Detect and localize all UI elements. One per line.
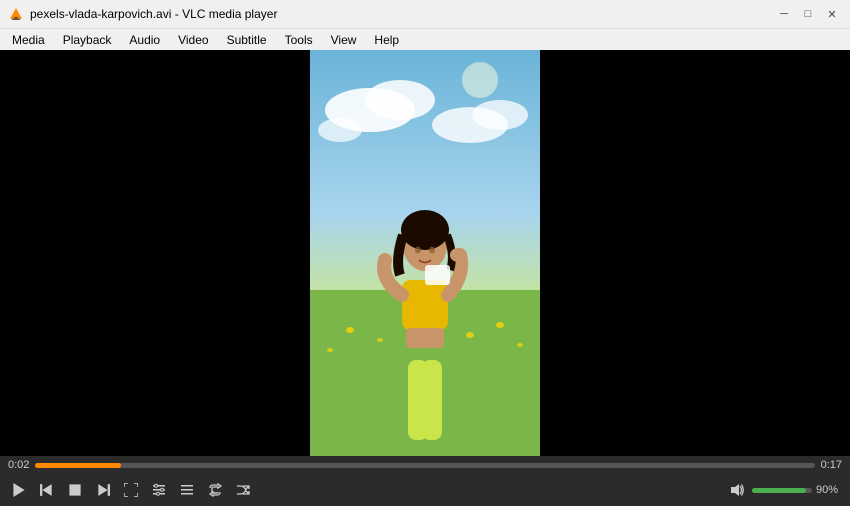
black-right (540, 50, 850, 456)
prev-button[interactable] (34, 477, 60, 503)
volume-icon (729, 482, 745, 498)
loop-icon (208, 483, 222, 497)
menu-bar: Media Playback Audio Video Subtitle Tool… (0, 28, 850, 50)
menu-playback[interactable]: Playback (55, 31, 120, 49)
title-bar: pexels-vlada-karpovich.avi - VLC media p… (0, 0, 850, 28)
stop-icon (68, 483, 82, 497)
playlist-icon (180, 483, 194, 497)
fullscreen-button[interactable] (118, 477, 144, 503)
playlist-button[interactable] (174, 477, 200, 503)
time-total: 0:17 (821, 459, 842, 471)
video-frame (310, 50, 540, 456)
window-title: pexels-vlada-karpovich.avi - VLC media p… (30, 7, 768, 21)
stop-button[interactable] (62, 477, 88, 503)
menu-tools[interactable]: Tools (277, 31, 321, 49)
fullscreen-icon (124, 483, 138, 497)
progress-row: 0:02 0:17 (0, 456, 850, 474)
random-icon (236, 483, 250, 497)
menu-subtitle[interactable]: Subtitle (219, 31, 275, 49)
volume-button[interactable] (726, 479, 748, 501)
progress-bar[interactable] (35, 463, 814, 468)
maximize-button[interactable]: □ (798, 5, 818, 23)
controls-row: 90% (0, 474, 850, 506)
volume-bar[interactable] (752, 488, 812, 493)
prev-icon (40, 483, 54, 497)
loop-button[interactable] (202, 477, 228, 503)
close-button[interactable]: ✕ (822, 5, 842, 23)
play-icon (12, 483, 26, 497)
menu-audio[interactable]: Audio (121, 31, 168, 49)
app-icon (8, 6, 24, 22)
volume-section: 90% (726, 479, 838, 501)
volume-fill (752, 488, 806, 493)
next-button[interactable] (90, 477, 116, 503)
play-button[interactable] (6, 477, 32, 503)
next-icon (96, 483, 110, 497)
extended-icon (152, 483, 166, 497)
volume-percent: 90% (816, 484, 838, 496)
window-controls: ─ □ ✕ (774, 5, 842, 23)
menu-help[interactable]: Help (366, 31, 407, 49)
menu-video[interactable]: Video (170, 31, 216, 49)
video-area (0, 50, 850, 456)
extended-button[interactable] (146, 477, 172, 503)
time-current: 0:02 (8, 459, 29, 471)
menu-view[interactable]: View (323, 31, 365, 49)
black-left (0, 50, 310, 456)
control-area: 0:02 0:17 (0, 456, 850, 506)
progress-fill (35, 463, 121, 468)
random-button[interactable] (230, 477, 256, 503)
video-content (310, 50, 540, 456)
menu-media[interactable]: Media (4, 31, 53, 49)
minimize-button[interactable]: ─ (774, 5, 794, 23)
